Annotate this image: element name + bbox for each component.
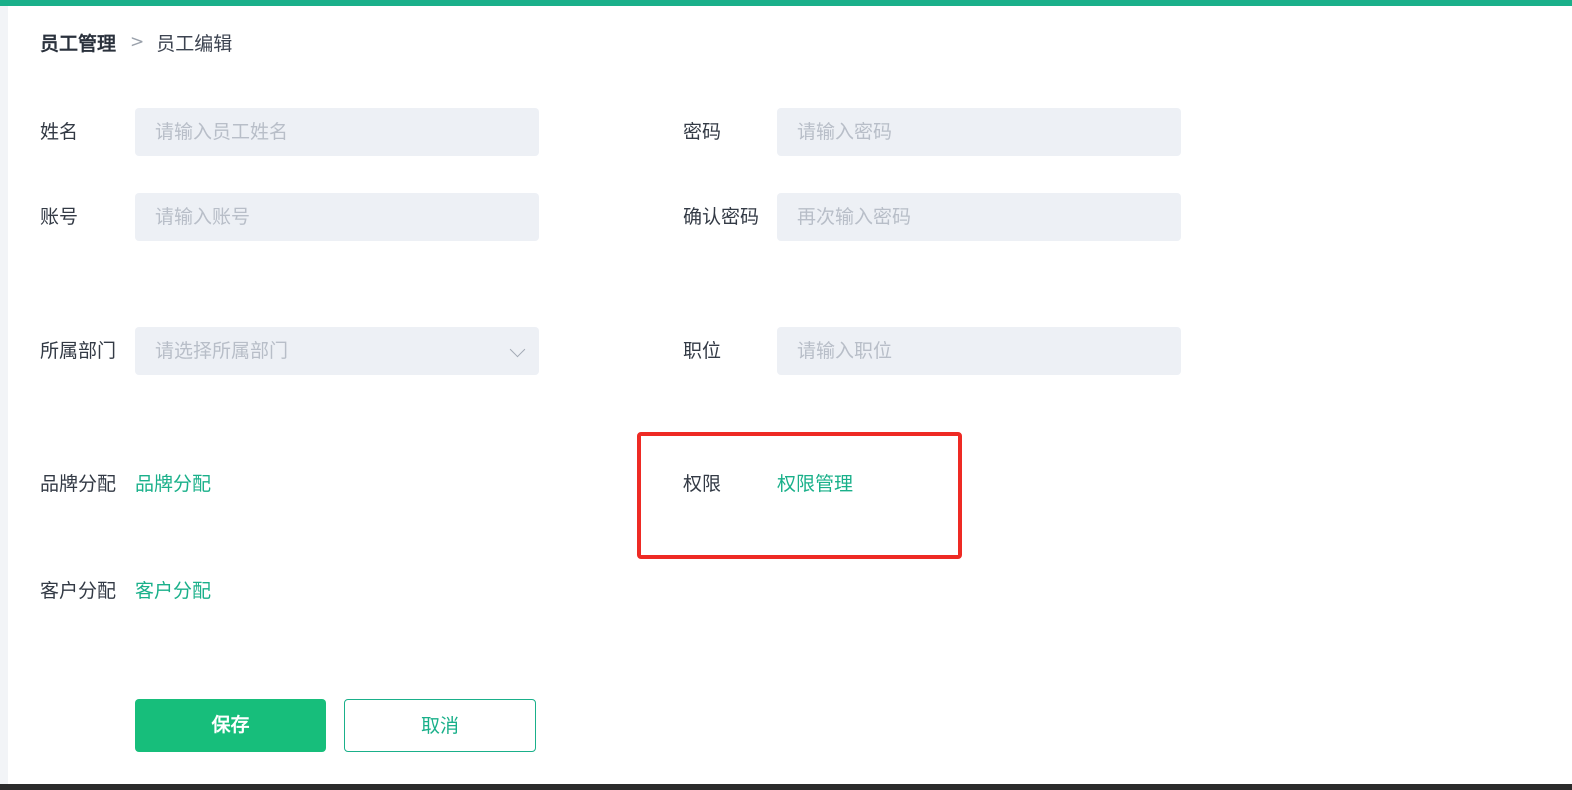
- password-input[interactable]: 请输入密码: [777, 108, 1181, 156]
- chevron-down-icon: [509, 341, 526, 358]
- brand-assign-label: 品牌分配: [40, 473, 117, 495]
- name-input-placeholder: 请输入员工姓名: [155, 121, 289, 143]
- breadcrumb: 员工管理 > 员工编辑: [40, 29, 232, 55]
- position-input[interactable]: 请输入职位: [777, 327, 1181, 375]
- brand-assign-link[interactable]: 品牌分配: [135, 460, 211, 508]
- password-input-placeholder: 请输入密码: [797, 121, 893, 143]
- name-input[interactable]: 请输入员工姓名: [135, 108, 539, 156]
- breadcrumb-current: 员工编辑: [156, 32, 233, 55]
- department-select[interactable]: 请选择所属部门: [135, 327, 539, 375]
- chevron-right-icon: >: [130, 32, 145, 52]
- confirm-password-input[interactable]: 再次输入密码: [777, 193, 1181, 241]
- name-label: 姓名: [40, 121, 79, 143]
- department-label: 所属部门: [40, 340, 117, 362]
- customer-assign-label: 客户分配: [40, 580, 117, 602]
- position-label: 职位: [683, 340, 722, 362]
- highlight-annotation-box: [637, 432, 962, 559]
- position-input-placeholder: 请输入职位: [797, 340, 893, 362]
- account-input[interactable]: 请输入账号: [135, 193, 539, 241]
- password-label: 密码: [683, 121, 722, 143]
- save-button[interactable]: 保存: [135, 699, 326, 752]
- bottom-edge-bar: [0, 784, 1572, 790]
- breadcrumb-root[interactable]: 员工管理: [40, 29, 116, 56]
- top-accent-bar: [0, 0, 1572, 6]
- confirm-password-input-placeholder: 再次输入密码: [797, 206, 912, 228]
- left-edge-strip: [0, 6, 8, 784]
- department-select-placeholder: 请选择所属部门: [155, 340, 289, 362]
- confirm-password-label: 确认密码: [683, 206, 760, 228]
- customer-assign-link[interactable]: 客户分配: [135, 567, 211, 615]
- cancel-button[interactable]: 取消: [344, 699, 536, 752]
- account-input-placeholder: 请输入账号: [155, 206, 251, 228]
- account-label: 账号: [40, 206, 79, 228]
